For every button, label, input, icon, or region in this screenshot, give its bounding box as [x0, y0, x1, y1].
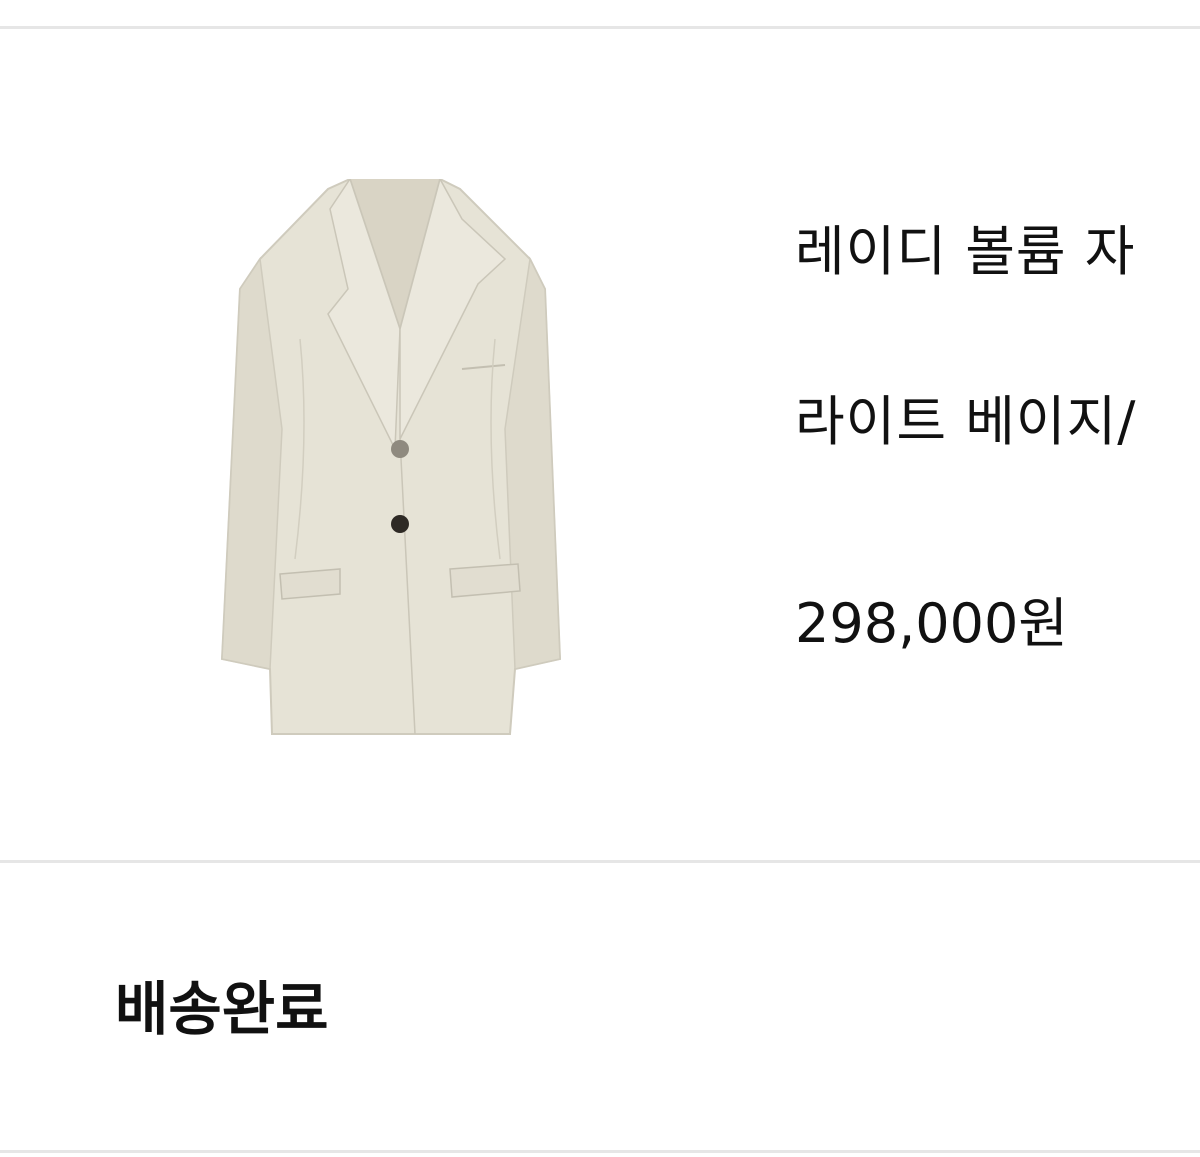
product-price: 298,000원 [795, 592, 1068, 655]
section-divider [0, 860, 1200, 863]
product-image[interactable] [200, 177, 590, 739]
delivery-status: 배송완료 [115, 975, 329, 1043]
product-option: 라이트 베이지/ [795, 390, 1137, 453]
product-name[interactable]: 레이디 볼륨 자 [795, 207, 1135, 286]
order-card: 레이디 볼륨 자 라이트 베이지/ 298,000원 배송완료 [0, 0, 1200, 1157]
bottom-divider [0, 1150, 1200, 1153]
product-row[interactable]: 레이디 볼륨 자 라이트 베이지/ 298,000원 [0, 29, 1200, 860]
jacket-illustration [220, 177, 562, 735]
